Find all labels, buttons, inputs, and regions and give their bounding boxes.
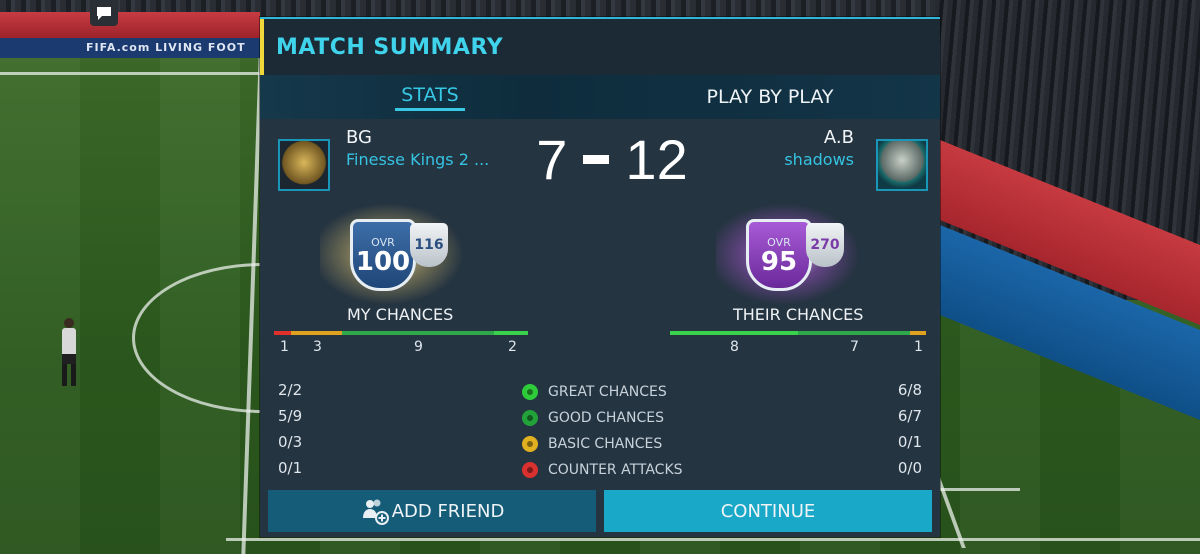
their-secondary-rating: 270 (806, 223, 844, 267)
their-bar-basic (910, 331, 926, 335)
my-great-chances: 2/2 (278, 381, 303, 399)
stat-row-basic: BASIC CHANCES (522, 436, 662, 452)
chat-icon (97, 6, 111, 20)
my-ovr-shield-icon: OVR 100 (350, 219, 416, 291)
darkgreen-ball-icon (522, 410, 538, 426)
stat-label: GOOD CHANCES (548, 410, 664, 426)
my-count-basic: 3 (313, 339, 322, 355)
stat-row-great: GREAT CHANCES (522, 384, 667, 400)
their-chances-label: THEIR CHANCES (733, 305, 864, 324)
my-team-crest-icon (278, 139, 330, 191)
page-title: MATCH SUMMARY (276, 34, 504, 60)
tab-play-by-play[interactable]: PLAY BY PLAY (600, 75, 940, 119)
my-count-counter: 1 (280, 339, 289, 355)
my-count-great: 2 (508, 339, 517, 355)
their-count-good: 7 (850, 339, 859, 355)
their-count-great: 8 (730, 339, 739, 355)
my-bar-basic (291, 331, 342, 335)
score-dash (583, 154, 610, 164)
my-count-good: 9 (414, 339, 423, 355)
my-chances-bar (274, 331, 528, 335)
stat-row-good: GOOD CHANCES (522, 410, 664, 426)
green-ball-icon (522, 384, 538, 400)
their-count-basic: 1 (914, 339, 923, 355)
add-friend-label: ADD FRIEND (391, 500, 505, 522)
their-ovr-shield-icon: OVR 95 (746, 219, 812, 291)
my-bar-good (342, 331, 494, 335)
stat-label: COUNTER ATTACKS (548, 462, 683, 478)
my-counter-attacks: 0/1 (278, 459, 303, 477)
score: 7 12 (534, 127, 690, 191)
my-team-name: BG (346, 127, 372, 148)
my-basic-chances: 0/3 (278, 433, 303, 451)
my-bar-great (494, 331, 528, 335)
their-club-name: shadows (784, 150, 854, 169)
stat-label: BASIC CHANCES (548, 436, 663, 452)
ad-banner (0, 12, 260, 38)
tab-stats-label: STATS (395, 84, 465, 111)
my-good-chances: 5/9 (278, 407, 303, 425)
my-ovr-value: 100 (355, 246, 411, 277)
yellow-ball-icon (522, 436, 538, 452)
ad-strip: FIFA.com LIVING FOOT (0, 38, 262, 58)
add-friend-icon (362, 499, 389, 525)
add-friend-button[interactable]: ADD FRIEND (268, 490, 596, 532)
their-team-crest-icon (876, 139, 928, 191)
chat-button[interactable] (90, 0, 118, 26)
their-counter-attacks: 0/0 (897, 459, 922, 477)
my-club-name: Finesse Kings 2 ... (346, 150, 490, 169)
stat-label: GREAT CHANCES (548, 384, 667, 400)
their-basic-chances: 0/1 (897, 433, 922, 451)
panel-header: MATCH SUMMARY (260, 19, 940, 75)
player-figure (62, 318, 76, 388)
their-ovr-value: 95 (760, 246, 798, 277)
tab-bar: STATS PLAY BY PLAY (260, 75, 940, 119)
my-secondary-rating: 116 (410, 223, 448, 267)
tab-stats[interactable]: STATS (260, 75, 600, 119)
tab-play-by-play-label: PLAY BY PLAY (706, 86, 834, 108)
their-good-chances: 6/7 (897, 407, 922, 425)
score-home: 7 (536, 127, 568, 191)
their-team-name: A.B (823, 127, 854, 148)
their-great-chances: 6/8 (897, 381, 922, 399)
their-bar-great (670, 331, 798, 335)
my-ovr-badge: OVR 100 116 (320, 199, 470, 309)
stat-row-counter: COUNTER ATTACKS (522, 462, 683, 478)
my-chances-label: MY CHANCES (347, 305, 454, 324)
their-ovr-badge: OVR 95 270 (716, 199, 866, 309)
their-chances-bar (670, 331, 926, 335)
score-away: 12 (625, 127, 688, 191)
red-ball-icon (522, 462, 538, 478)
continue-button[interactable]: CONTINUE (604, 490, 932, 532)
match-summary-panel: MATCH SUMMARY STATS PLAY BY PLAY BG Fine… (260, 17, 940, 537)
my-bar-counter (274, 331, 291, 335)
continue-label: CONTINUE (720, 500, 816, 522)
their-bar-good (798, 331, 910, 335)
